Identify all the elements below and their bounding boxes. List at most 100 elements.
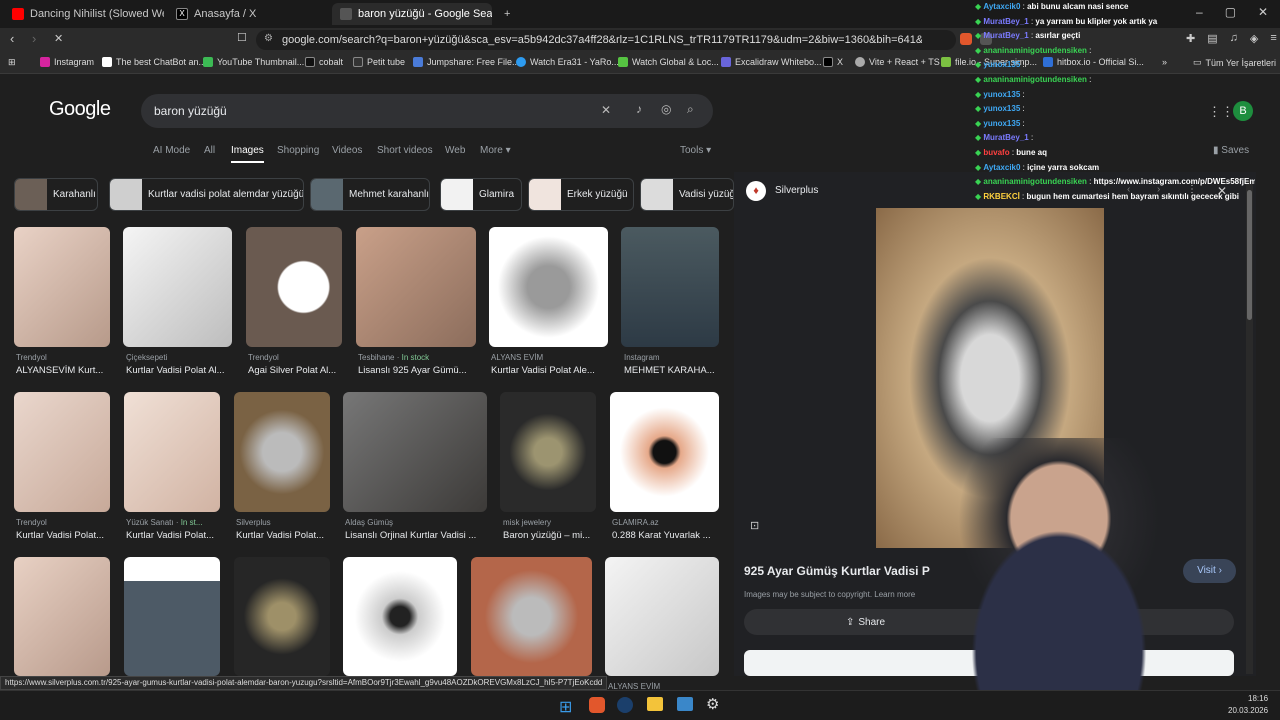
microphone-icon[interactable]: ♪ <box>636 102 642 116</box>
tab-short-videos[interactable]: Short videos <box>377 145 433 156</box>
bookmark-item[interactable]: Excalidraw Whitebo... <box>721 57 822 67</box>
result-title[interactable]: 0.288 Karat Yuvarlak ... <box>612 530 720 541</box>
tab-more[interactable]: More ▾ <box>480 145 511 156</box>
chat-username: yunox135 <box>983 89 1021 99</box>
tab-web[interactable]: Web <box>445 145 465 156</box>
result-title[interactable]: Kurtlar Vadisi Polat... <box>16 530 110 541</box>
site-info-icon[interactable]: ⚙ <box>264 33 273 44</box>
bookmark-item[interactable]: YouTube Thumbnail... <box>203 57 304 67</box>
tab-videos[interactable]: Videos <box>332 145 362 156</box>
result-image[interactable] <box>356 227 476 347</box>
bookmark-icon[interactable]: ☐ <box>237 31 247 44</box>
chip-kurtlar-vadisi[interactable]: Kurtlar vadisi polat alemdar yüzüğü <box>109 178 304 211</box>
menu-icon[interactable]: ≡ <box>1270 32 1276 45</box>
result-image[interactable] <box>14 557 110 676</box>
chip-vadisi-yuzugu[interactable]: Vadisi yüzüğ <box>640 178 734 211</box>
brave-browser-icon[interactable] <box>589 697 605 713</box>
preview-site[interactable]: Silverplus <box>775 185 818 196</box>
google-logo[interactable]: Google <box>49 98 111 121</box>
search-input[interactable]: baron yüzüğü <box>154 104 227 118</box>
result-image[interactable] <box>343 392 487 512</box>
result-image[interactable] <box>124 557 220 676</box>
chat-separator: : <box>1020 60 1025 70</box>
result-image[interactable] <box>123 227 232 347</box>
plus-icon: + <box>504 8 511 20</box>
tab-images[interactable]: Images <box>231 145 264 163</box>
bookmark-item[interactable]: Watch Global & Loc... <box>618 57 719 67</box>
back-icon[interactable]: ‹ <box>10 31 14 46</box>
result-title[interactable]: Lisanslı Orjinal Kurtlar Vadisi ... <box>345 530 487 541</box>
apps-icon[interactable]: ⊞ <box>8 57 16 68</box>
result-title[interactable]: Kurtlar Vadisi Polat Al... <box>126 365 234 376</box>
lens-search-icon[interactable]: ⊡ <box>750 519 759 532</box>
share-icon: ⇪ <box>846 616 855 628</box>
tab-music[interactable]: Dancing Nihilist (Slowed Welly W <box>4 3 164 25</box>
scrollbar[interactable] <box>1246 180 1253 674</box>
chat-username: yunox135 <box>983 60 1021 70</box>
result-title[interactable]: Kurtlar Vadisi Polat... <box>126 530 222 541</box>
result-title[interactable]: Agai Silver Polat Al... <box>248 365 344 376</box>
address-bar[interactable]: ⚙ google.com/search?q=baron+yüzüğü&sca_e… <box>256 30 956 50</box>
result-image[interactable] <box>489 227 608 347</box>
result-image[interactable] <box>343 557 457 676</box>
file-explorer-icon[interactable] <box>647 697 663 711</box>
result-image[interactable] <box>610 392 719 512</box>
bookmark-item[interactable]: X <box>823 57 843 67</box>
tab-x[interactable]: X Anasayfa / X <box>168 3 328 25</box>
chat-username: MuratBey_1 <box>983 31 1029 41</box>
bookmark-item[interactable]: Jumpshare: Free File... <box>413 57 520 67</box>
result-image[interactable] <box>14 392 110 512</box>
result-image[interactable] <box>621 227 719 347</box>
result-title[interactable]: MEHMET KARAHA... <box>624 365 720 376</box>
bookmark-item[interactable]: Watch Era31 - YaRo... <box>516 57 619 67</box>
chat-username: Aytaxcik0 <box>983 162 1021 172</box>
search-icon[interactable]: ⌕ <box>687 102 694 117</box>
clear-icon[interactable]: ✕ <box>601 103 611 117</box>
result-image[interactable] <box>471 557 592 676</box>
forward-icon[interactable]: › <box>32 31 36 46</box>
lens-icon[interactable]: ◎ <box>661 102 671 116</box>
tab-shopping[interactable]: Shopping <box>277 145 319 156</box>
bookmark-item[interactable]: Instagram <box>40 57 94 67</box>
chip-erkek-yuzugu[interactable]: Erkek yüzüğü <box>528 178 634 211</box>
steam-icon[interactable] <box>617 697 633 713</box>
result-image[interactable] <box>234 557 330 676</box>
result-title[interactable]: Baron yüzüğü – mi... <box>503 530 597 541</box>
chip-karahanli[interactable]: Karahanlı <box>14 178 98 211</box>
search-box[interactable]: baron yüzüğü ✕ ♪ ◎ ⌕ <box>141 94 713 128</box>
close-window-icon[interactable]: ✕ <box>1258 5 1268 19</box>
bookmark-item[interactable]: Petit tube <box>353 57 405 67</box>
bookmark-item[interactable]: cobalt <box>305 57 343 67</box>
bookmark-item[interactable]: The best ChatBot an... <box>102 57 206 67</box>
new-tab-button[interactable]: + <box>496 3 516 25</box>
result-image[interactable] <box>234 392 330 512</box>
status-bar-url: https://www.silverplus.com.tr/925-ayar-g… <box>0 676 608 690</box>
settings-gear-icon[interactable]: ⚙ <box>706 695 719 713</box>
windows-start-icon[interactable]: ⊞ <box>559 697 572 717</box>
result-image[interactable] <box>246 227 342 347</box>
result-image[interactable] <box>124 392 220 512</box>
preview-title[interactable]: 925 Ayar Gümüş Kurtlar Vadisi P <box>744 564 930 578</box>
result-image[interactable] <box>500 392 596 512</box>
result-title[interactable]: Kurtlar Vadisi Polat Ale... <box>491 365 607 376</box>
result-title[interactable]: Kurtlar Vadisi Polat... <box>236 530 330 541</box>
chat-username: MuratBey_1 <box>983 133 1029 143</box>
stop-loading-icon[interactable]: ✕ <box>54 32 63 45</box>
result-title[interactable]: Lisanslı 925 Ayar Gümü... <box>358 365 472 376</box>
tab-ai-mode[interactable]: AI Mode <box>153 145 190 156</box>
chip-glamira[interactable]: Glamira <box>440 178 522 211</box>
app-icon[interactable] <box>677 697 693 711</box>
tab-google-search[interactable]: baron yüzüğü - Google Search ✕ <box>332 3 492 25</box>
chat-text: bune aq <box>1016 147 1047 157</box>
tools-button[interactable]: Tools ▾ <box>680 145 711 156</box>
chat-username: yunox135 <box>983 104 1021 114</box>
result-image[interactable] <box>14 227 110 347</box>
result-image[interactable] <box>605 557 719 676</box>
chat-text: asırlar geçti <box>1035 31 1081 41</box>
visit-button[interactable]: Visit › <box>1183 559 1236 583</box>
brave-shield-icon[interactable] <box>960 33 972 45</box>
tab-all[interactable]: All <box>204 145 215 156</box>
bookmark-item[interactable]: Vite + React + TS <box>855 57 940 67</box>
result-title[interactable]: ALYANSEVİM Kurt... <box>16 365 110 376</box>
chip-mehmet-karahanli[interactable]: Mehmet karahanlı <box>310 178 430 211</box>
